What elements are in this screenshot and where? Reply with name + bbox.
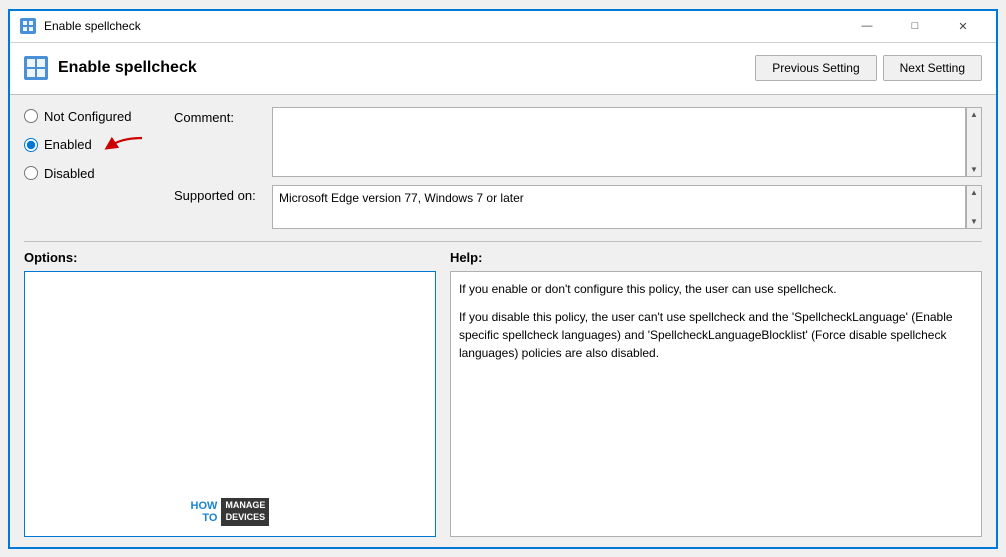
supported-scrollbar[interactable]: ▲ ▼ — [966, 185, 982, 229]
header-bar: Enable spellcheck Previous Setting Next … — [10, 43, 996, 95]
window-title: Enable spellcheck — [44, 19, 141, 33]
options-title: Options: — [24, 250, 436, 265]
disabled-label: Disabled — [44, 166, 95, 181]
enabled-item: Enabled — [24, 134, 164, 156]
comment-scrollbar[interactable]: ▲ ▼ — [966, 107, 982, 177]
help-box: If you enable or don't configure this po… — [450, 271, 982, 537]
options-box: HOW TO MANAGE DEVICES — [24, 271, 436, 537]
content-area: Not Configured Enabled — [10, 95, 996, 547]
arrow-indicator — [102, 134, 150, 156]
help-panel: Help: If you enable or don't configure t… — [450, 250, 982, 537]
supported-label: Supported on: — [174, 185, 264, 203]
minimize-button[interactable]: — — [844, 16, 890, 36]
watermark-box: MANAGE DEVICES — [221, 498, 269, 525]
help-paragraph-1: If you enable or don't configure this po… — [459, 280, 973, 298]
comment-row: Comment: ▲ ▼ — [174, 107, 982, 177]
radio-column: Not Configured Enabled — [24, 107, 164, 229]
not-configured-radio[interactable] — [24, 109, 38, 123]
supported-scroll-up[interactable]: ▲ — [968, 186, 980, 199]
watermark-how-to: HOW TO — [191, 500, 218, 524]
supported-row: Supported on: Microsoft Edge version 77,… — [174, 185, 982, 229]
top-section: Not Configured Enabled — [10, 95, 996, 237]
title-bar: Enable spellcheck — □ ✕ — [10, 11, 996, 43]
close-button[interactable]: ✕ — [940, 16, 986, 36]
comment-textarea[interactable] — [272, 107, 966, 177]
options-panel: Options: HOW TO MANAGE DEVICES — [24, 250, 436, 537]
disabled-radio[interactable] — [24, 166, 38, 180]
window-icon — [20, 18, 36, 34]
watermark-how-text: HOW — [191, 500, 218, 512]
previous-setting-button[interactable]: Previous Setting — [755, 55, 876, 81]
comment-textarea-wrapper: ▲ ▼ — [272, 107, 982, 177]
bottom-section: Options: HOW TO MANAGE DEVICES — [10, 242, 996, 547]
header-buttons: Previous Setting Next Setting — [755, 55, 982, 81]
watermark-to-text: TO — [202, 512, 217, 524]
watermark-manage: MANAGE — [225, 500, 265, 512]
supported-value: Microsoft Edge version 77, Windows 7 or … — [272, 185, 966, 229]
supported-scroll-down[interactable]: ▼ — [968, 215, 980, 228]
title-bar-left: Enable spellcheck — [20, 18, 141, 34]
scroll-down-arrow[interactable]: ▼ — [968, 163, 980, 176]
header-icon — [24, 56, 48, 80]
header-left: Enable spellcheck — [24, 56, 197, 80]
watermark: HOW TO MANAGE DEVICES — [191, 498, 270, 525]
watermark-devices: DEVICES — [225, 512, 265, 524]
help-paragraph-2: If you disable this policy, the user can… — [459, 308, 973, 362]
maximize-button[interactable]: □ — [892, 16, 938, 36]
dialog-title: Enable spellcheck — [58, 59, 197, 77]
main-window: Enable spellcheck — □ ✕ Enable spellchec… — [8, 9, 998, 549]
enabled-label: Enabled — [44, 137, 92, 152]
help-title: Help: — [450, 250, 982, 265]
title-controls: — □ ✕ — [844, 16, 986, 36]
scroll-up-arrow[interactable]: ▲ — [968, 108, 980, 121]
supported-box-wrapper: Microsoft Edge version 77, Windows 7 or … — [272, 185, 982, 229]
disabled-item: Disabled — [24, 166, 164, 181]
next-setting-button[interactable]: Next Setting — [883, 55, 982, 81]
not-configured-item: Not Configured — [24, 109, 164, 124]
right-section: Comment: ▲ ▼ Supported on: Microsoft Edg… — [174, 107, 982, 229]
comment-label: Comment: — [174, 107, 264, 125]
not-configured-label: Not Configured — [44, 109, 131, 124]
enabled-radio[interactable] — [24, 138, 38, 152]
